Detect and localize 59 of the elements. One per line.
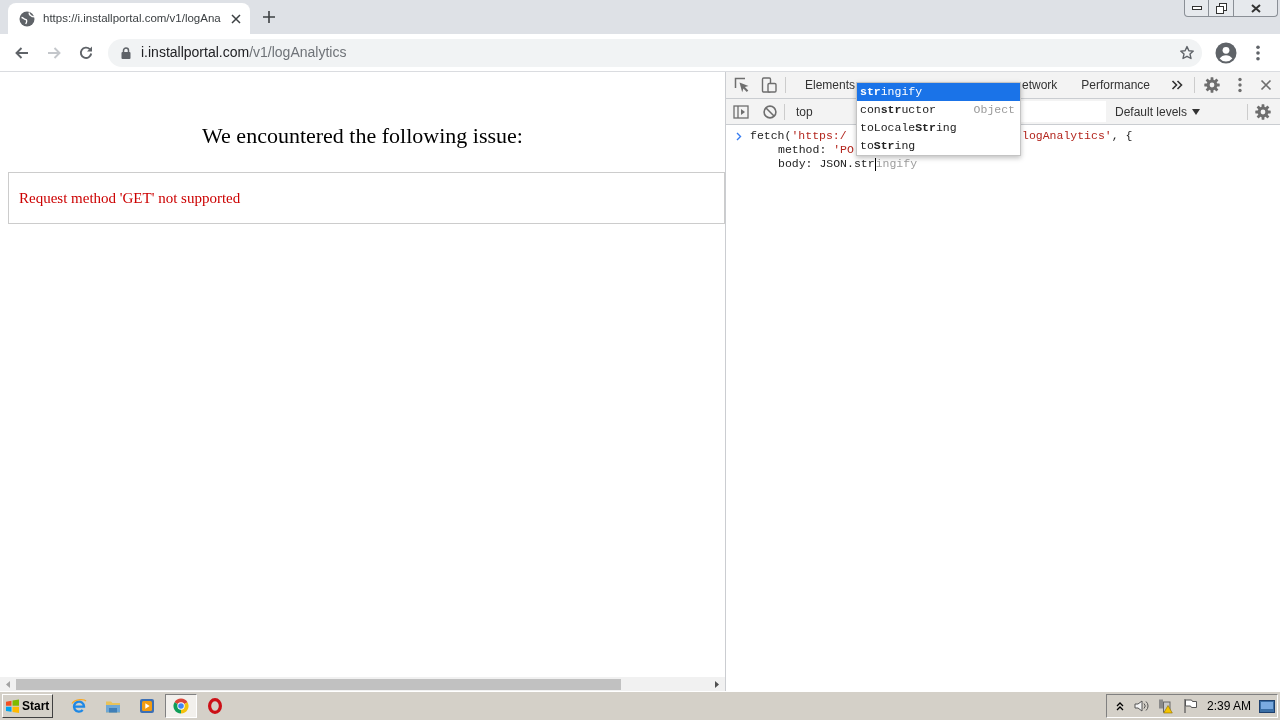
text-cursor-icon <box>874 157 876 171</box>
autocomplete-item[interactable]: constructor Object <box>857 101 1020 119</box>
minimize-button[interactable] <box>1184 0 1209 17</box>
scrollbar-thumb[interactable] <box>16 678 621 690</box>
autocomplete-hint: ingify <box>875 156 918 173</box>
log-levels-dropdown[interactable]: Default levels <box>1115 99 1201 124</box>
new-tab-icon[interactable] <box>263 11 275 23</box>
windows-flag-icon <box>5 699 20 713</box>
code-line: fetch('https:/ <box>750 128 847 145</box>
clear-console-icon[interactable] <box>763 104 777 119</box>
browser-tab[interactable]: https://i.installportal.com/v1/logAna <box>8 3 250 34</box>
context-selector[interactable]: top <box>790 99 819 124</box>
clock: 2:39 AM <box>1207 698 1252 715</box>
restore-icon <box>1215 2 1227 14</box>
flag-icon[interactable] <box>1182 698 1198 714</box>
prompt-chevron-icon <box>736 131 742 141</box>
settings-icon[interactable] <box>1255 103 1271 120</box>
speaker-icon[interactable] <box>1133 698 1149 714</box>
filter-field[interactable] <box>1020 101 1106 122</box>
close-button[interactable] <box>1234 0 1278 17</box>
show-desktop-icon[interactable] <box>1259 699 1275 713</box>
autocomplete-item[interactable]: toString <box>857 137 1020 155</box>
menu-icon[interactable] <box>1238 77 1242 93</box>
account-icon[interactable] <box>1215 41 1237 64</box>
menu-icon[interactable] <box>1256 44 1260 61</box>
device-toolbar-icon[interactable] <box>761 77 777 93</box>
close-icon[interactable] <box>231 13 241 24</box>
devtools-tab[interactable]: Performance <box>1069 72 1163 98</box>
network-warning-icon[interactable] <box>1157 698 1173 714</box>
close-icon[interactable] <box>1260 79 1272 91</box>
lock-icon <box>121 46 131 59</box>
more-tabs-icon[interactable] <box>1171 79 1183 91</box>
code-line: body: JSON.str <box>778 156 875 173</box>
start-button[interactable]: Start <box>2 694 53 718</box>
restore-button[interactable] <box>1209 0 1234 17</box>
page-heading: We encountered the following issue: <box>201 123 524 149</box>
globe-icon <box>19 10 35 27</box>
round-logo-icon[interactable] <box>173 698 189 714</box>
play-icon[interactable] <box>139 698 155 714</box>
reload-icon[interactable] <box>78 44 94 61</box>
error-message: Request method 'GET' not supported <box>19 188 241 208</box>
scroll-right-icon[interactable] <box>715 680 719 688</box>
show-hidden-icons-icon[interactable] <box>1116 701 1124 711</box>
inspect-icon[interactable] <box>734 77 750 93</box>
sidebar-toggle-icon[interactable] <box>733 103 749 120</box>
caret-down-icon <box>1192 108 1201 115</box>
e-logo-icon[interactable] <box>71 698 87 714</box>
autocomplete-item[interactable]: toLocaleString <box>857 119 1020 137</box>
autocomplete-item[interactable]: stringify <box>857 83 1020 101</box>
minimize-icon <box>1191 6 1202 10</box>
star-icon[interactable] <box>1179 44 1195 61</box>
settings-icon[interactable] <box>1204 77 1220 93</box>
code-line: logAnalytics', { <box>1022 128 1133 145</box>
devtools-tab[interactable]: etwork <box>1021 72 1070 98</box>
horizontal-scrollbar[interactable] <box>0 677 725 691</box>
o-ring-icon[interactable] <box>207 698 223 714</box>
address-bar[interactable]: i.installportal.com/v1/logAnalytics <box>108 38 1202 67</box>
close-icon <box>1250 3 1261 13</box>
code-line: method: 'PO <box>778 142 854 159</box>
